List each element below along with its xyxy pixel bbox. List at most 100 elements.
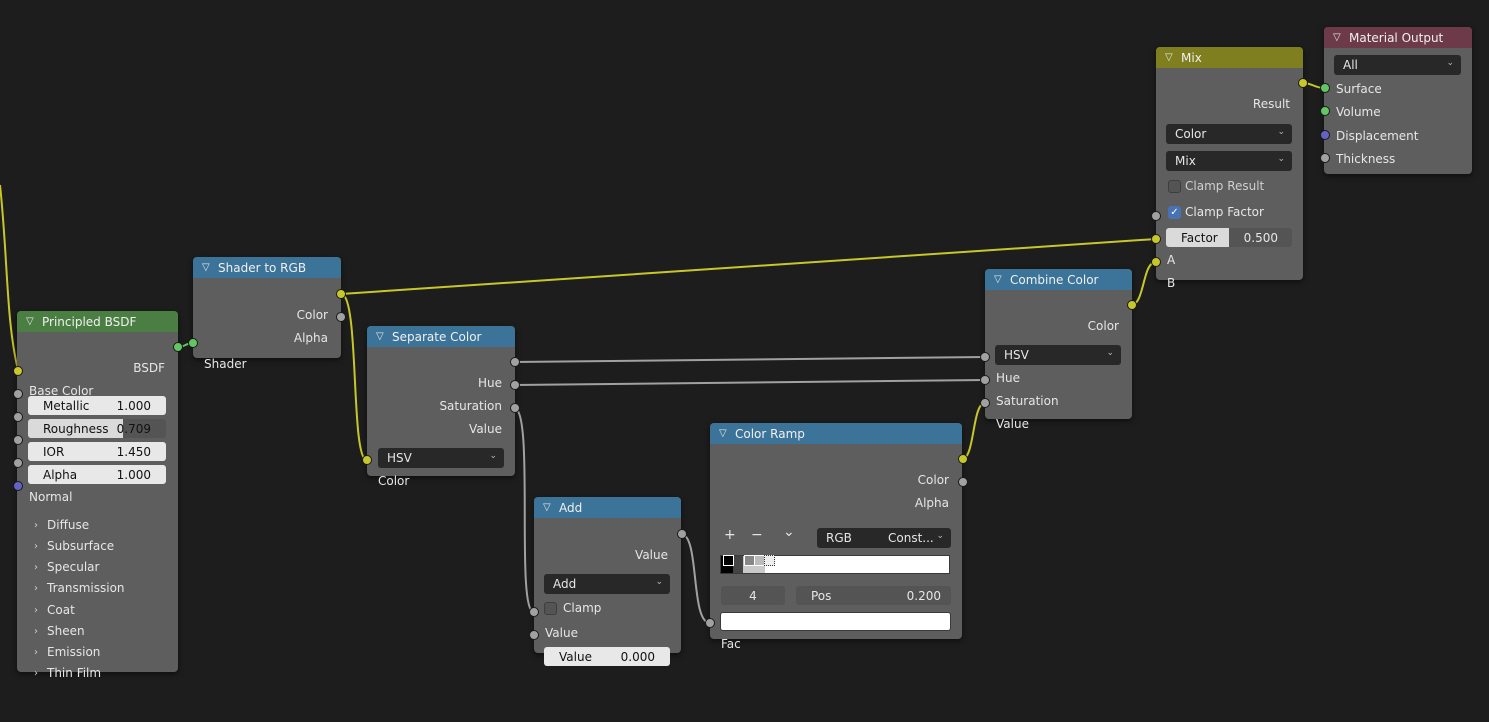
socket-ior[interactable] xyxy=(13,435,23,445)
node-header[interactable]: ▽ Add xyxy=(534,497,681,518)
chevron-right-icon: › xyxy=(34,519,38,531)
mode-dropdown[interactable]: HSV ⌄ xyxy=(378,448,504,468)
socket-a-in[interactable] xyxy=(1151,234,1161,244)
socket-ramp-color-out[interactable] xyxy=(958,454,968,464)
factor-field[interactable]: Factor 0.500 xyxy=(1166,228,1292,247)
node-separate-color[interactable]: ▽ Separate Color Hue Saturation Value HSV… xyxy=(367,326,515,488)
socket-normal[interactable] xyxy=(13,481,23,491)
node-mix[interactable]: ▽ Mix Result Color ⌄ Mix ⌄ Clamp Result ✓ C… xyxy=(1156,47,1303,290)
node-header[interactable]: ▽ Combine Color xyxy=(985,269,1132,290)
color-mode[interactable]: RGB xyxy=(826,531,888,545)
panel-emission[interactable]: › Emission xyxy=(34,645,100,659)
ramp-stop-marker-active[interactable] xyxy=(764,555,775,566)
ramp-mode-dropdown[interactable]: RGB Const... ⌄ xyxy=(817,528,951,548)
node-combine-color[interactable]: ▽ Combine Color Color HSV ⌄ Hue Saturation… xyxy=(985,269,1132,431)
panel-thin-film[interactable]: › Thin Film xyxy=(34,666,101,680)
socket-color-in[interactable] xyxy=(362,455,372,465)
chevron-down-icon[interactable]: ▽ xyxy=(26,316,42,327)
chevron-down-icon[interactable]: ▽ xyxy=(1333,32,1349,43)
node-math-add[interactable]: ▽ Add Value Add ⌄ Clamp Value Value 0.000 xyxy=(534,497,681,666)
socket-metallic[interactable] xyxy=(13,389,23,399)
socket-fac-in[interactable] xyxy=(705,618,715,628)
socket-saturation-out[interactable] xyxy=(510,380,520,390)
panel-transmission[interactable]: › Transmission xyxy=(34,581,125,595)
input-color: Color xyxy=(378,474,410,488)
roughness-field[interactable]: Roughness 0.709 xyxy=(28,419,166,438)
clamp-factor-checkbox[interactable]: ✓ xyxy=(1168,206,1181,219)
socket-volume-in[interactable] xyxy=(1320,106,1330,116)
output-color: Color xyxy=(1087,319,1119,333)
input-displacement: Displacement xyxy=(1336,129,1419,143)
clamp-result-checkbox[interactable] xyxy=(1168,180,1181,193)
socket-value-in[interactable] xyxy=(980,398,990,408)
node-header[interactable]: ▽ Color Ramp xyxy=(710,423,962,444)
node-color-ramp[interactable]: ▽ Color Ramp Color Alpha + − ⌄ RGB Const.… xyxy=(710,423,962,651)
add-stop-icon[interactable]: + xyxy=(724,527,736,543)
input-saturation: Saturation xyxy=(996,394,1059,408)
socket-hue-in[interactable] xyxy=(980,352,990,362)
socket-bsdf-out[interactable] xyxy=(173,342,183,352)
socket-rgb-alpha-out[interactable] xyxy=(336,312,346,322)
operation-dropdown[interactable]: Add ⌄ xyxy=(544,574,670,594)
chevron-down-icon[interactable]: ▽ xyxy=(376,331,392,342)
ior-field[interactable]: IOR 1.450 xyxy=(28,442,166,461)
socket-base-color[interactable] xyxy=(13,366,23,376)
socket-ramp-alpha-out[interactable] xyxy=(958,477,968,487)
node-header[interactable]: ▽ Separate Color xyxy=(367,326,515,347)
chevron-down-icon[interactable]: ▽ xyxy=(719,428,735,439)
node-header[interactable]: ▽ Principled BSDF xyxy=(17,311,178,332)
chevron-down-icon[interactable]: ▽ xyxy=(994,274,1010,285)
interpolation-mode[interactable]: Const... xyxy=(888,531,934,545)
node-header[interactable]: ▽ Mix xyxy=(1156,47,1303,68)
socket-alpha[interactable] xyxy=(13,458,23,468)
node-material-output[interactable]: ▽ Material Output All ⌄ Surface Volume Dis… xyxy=(1324,27,1472,174)
input-value: Value xyxy=(996,417,1029,431)
socket-rgb-color-out[interactable] xyxy=(336,289,346,299)
socket-roughness[interactable] xyxy=(13,412,23,422)
socket-displacement-in[interactable] xyxy=(1320,130,1330,140)
chevron-down-icon[interactable]: ▽ xyxy=(202,262,218,273)
socket-saturation-in[interactable] xyxy=(980,375,990,385)
stop-index-field[interactable]: 4 xyxy=(721,586,785,605)
remove-stop-icon[interactable]: − xyxy=(751,527,763,543)
node-header[interactable]: ▽ Shader to RGB xyxy=(193,257,341,278)
socket-b-in[interactable] xyxy=(1151,257,1161,267)
socket-hue-out[interactable] xyxy=(510,357,520,367)
socket-add-value2-in[interactable] xyxy=(529,630,539,640)
stop-color-swatch[interactable] xyxy=(720,612,951,631)
socket-shader-in[interactable] xyxy=(188,338,198,348)
data-type-dropdown[interactable]: Color ⌄ xyxy=(1166,124,1292,144)
node-shader-to-rgb[interactable]: ▽ Shader to RGB Color Alpha Shader xyxy=(193,257,341,371)
node-principled-bsdf[interactable]: ▽ Principled BSDF BSDF Base Color Metalli… xyxy=(17,311,178,680)
pos-field[interactable]: Pos 0.200 xyxy=(796,586,951,605)
panel-subsurface[interactable]: › Subsurface xyxy=(34,539,114,553)
ramp-menu-icon[interactable]: ⌄ xyxy=(783,524,795,540)
socket-value-out[interactable] xyxy=(510,403,520,413)
chevron-right-icon: › xyxy=(34,540,38,552)
panel-sheen[interactable]: › Sheen xyxy=(34,624,85,638)
blend-mode-dropdown[interactable]: Mix ⌄ xyxy=(1166,151,1292,171)
target-dropdown[interactable]: All ⌄ xyxy=(1334,55,1461,75)
chevron-down-icon[interactable]: ▽ xyxy=(1165,52,1181,63)
alpha-field[interactable]: Alpha 1.000 xyxy=(28,465,166,484)
socket-factor-in[interactable] xyxy=(1151,211,1161,221)
socket-add-value-in[interactable] xyxy=(529,607,539,617)
panel-specular[interactable]: › Specular xyxy=(34,560,99,574)
socket-add-value-out[interactable] xyxy=(677,529,687,539)
socket-result-out[interactable] xyxy=(1298,78,1308,88)
socket-thickness-in[interactable] xyxy=(1320,153,1330,163)
input-volume: Volume xyxy=(1336,105,1381,119)
socket-surface-in[interactable] xyxy=(1320,83,1330,93)
value-field[interactable]: Value 0.000 xyxy=(544,647,670,666)
panel-diffuse[interactable]: › Diffuse xyxy=(34,518,89,532)
ramp-stop-marker[interactable] xyxy=(723,555,734,566)
input-b: B xyxy=(1167,276,1176,290)
metallic-field[interactable]: Metallic 1.000 xyxy=(28,396,166,415)
node-header[interactable]: ▽ Material Output xyxy=(1324,27,1472,48)
clamp-checkbox[interactable] xyxy=(544,602,557,615)
panel-coat[interactable]: › Coat xyxy=(34,603,75,617)
socket-combine-color-out[interactable] xyxy=(1127,300,1137,310)
mode-dropdown[interactable]: HSV ⌄ xyxy=(995,345,1121,365)
input-surface: Surface xyxy=(1336,82,1382,96)
chevron-down-icon[interactable]: ▽ xyxy=(543,502,559,513)
